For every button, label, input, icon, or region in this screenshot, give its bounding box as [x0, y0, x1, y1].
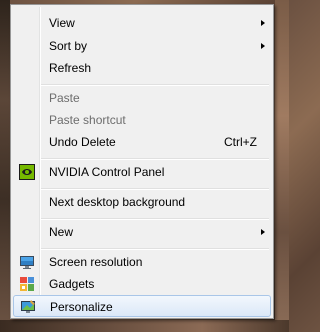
desktop-context-menu: View Sort by Refresh Paste Paste shortcu… [10, 4, 274, 319]
menu-item-label: Undo Delete [49, 135, 116, 149]
desktop-wallpaper-left [0, 0, 10, 332]
menu-item-paste[interactable]: Paste [13, 87, 271, 109]
menu-separator [41, 158, 269, 160]
menu-separator [41, 188, 269, 190]
menu-item-label: Refresh [49, 61, 92, 75]
menu-item-new[interactable]: New [13, 221, 271, 243]
menu-item-refresh[interactable]: Refresh [13, 57, 271, 79]
menu-item-paste-shortcut[interactable]: Paste shortcut [13, 109, 271, 131]
menu-item-gadgets[interactable]: Gadgets [13, 273, 271, 295]
menu-item-label: Gadgets [49, 277, 95, 291]
menu-item-label: Sort by [49, 39, 88, 53]
gadgets-icon [19, 276, 35, 292]
menu-item-label: Paste [49, 91, 80, 105]
menu-item-label: Screen resolution [49, 255, 143, 269]
menu-item-label: Paste shortcut [49, 113, 126, 127]
nvidia-icon [19, 164, 35, 180]
menu-item-next-desktop-background[interactable]: Next desktop background [13, 191, 271, 213]
screen-resolution-icon [19, 254, 35, 270]
menu-item-view[interactable]: View [13, 12, 271, 34]
menu-item-label: Personalize [50, 300, 113, 314]
menu-item-sort-by[interactable]: Sort by [13, 35, 271, 57]
personalize-icon [20, 299, 36, 315]
menu-item-nvidia-control-panel[interactable]: NVIDIA Control Panel [13, 161, 271, 183]
menu-item-screen-resolution[interactable]: Screen resolution [13, 251, 271, 273]
desktop-wallpaper-right [275, 0, 289, 332]
menu-item-undo-delete[interactable]: Undo Delete Ctrl+Z [13, 131, 271, 153]
menu-item-label: NVIDIA Control Panel [49, 165, 165, 179]
desktop-wallpaper-bottom [0, 320, 289, 332]
menu-item-label: View [49, 16, 75, 30]
menu-separator [41, 248, 269, 250]
menu-separator [41, 218, 269, 220]
menu-item-shortcut: Ctrl+Z [224, 135, 257, 149]
menu-separator [41, 84, 269, 86]
menu-item-label: New [49, 225, 74, 239]
submenu-arrow-icon [261, 20, 265, 26]
submenu-arrow-icon [261, 229, 265, 235]
submenu-arrow-icon [261, 43, 265, 49]
menu-item-label: Next desktop background [49, 195, 186, 209]
menu-item-personalize[interactable]: Personalize [13, 295, 271, 317]
